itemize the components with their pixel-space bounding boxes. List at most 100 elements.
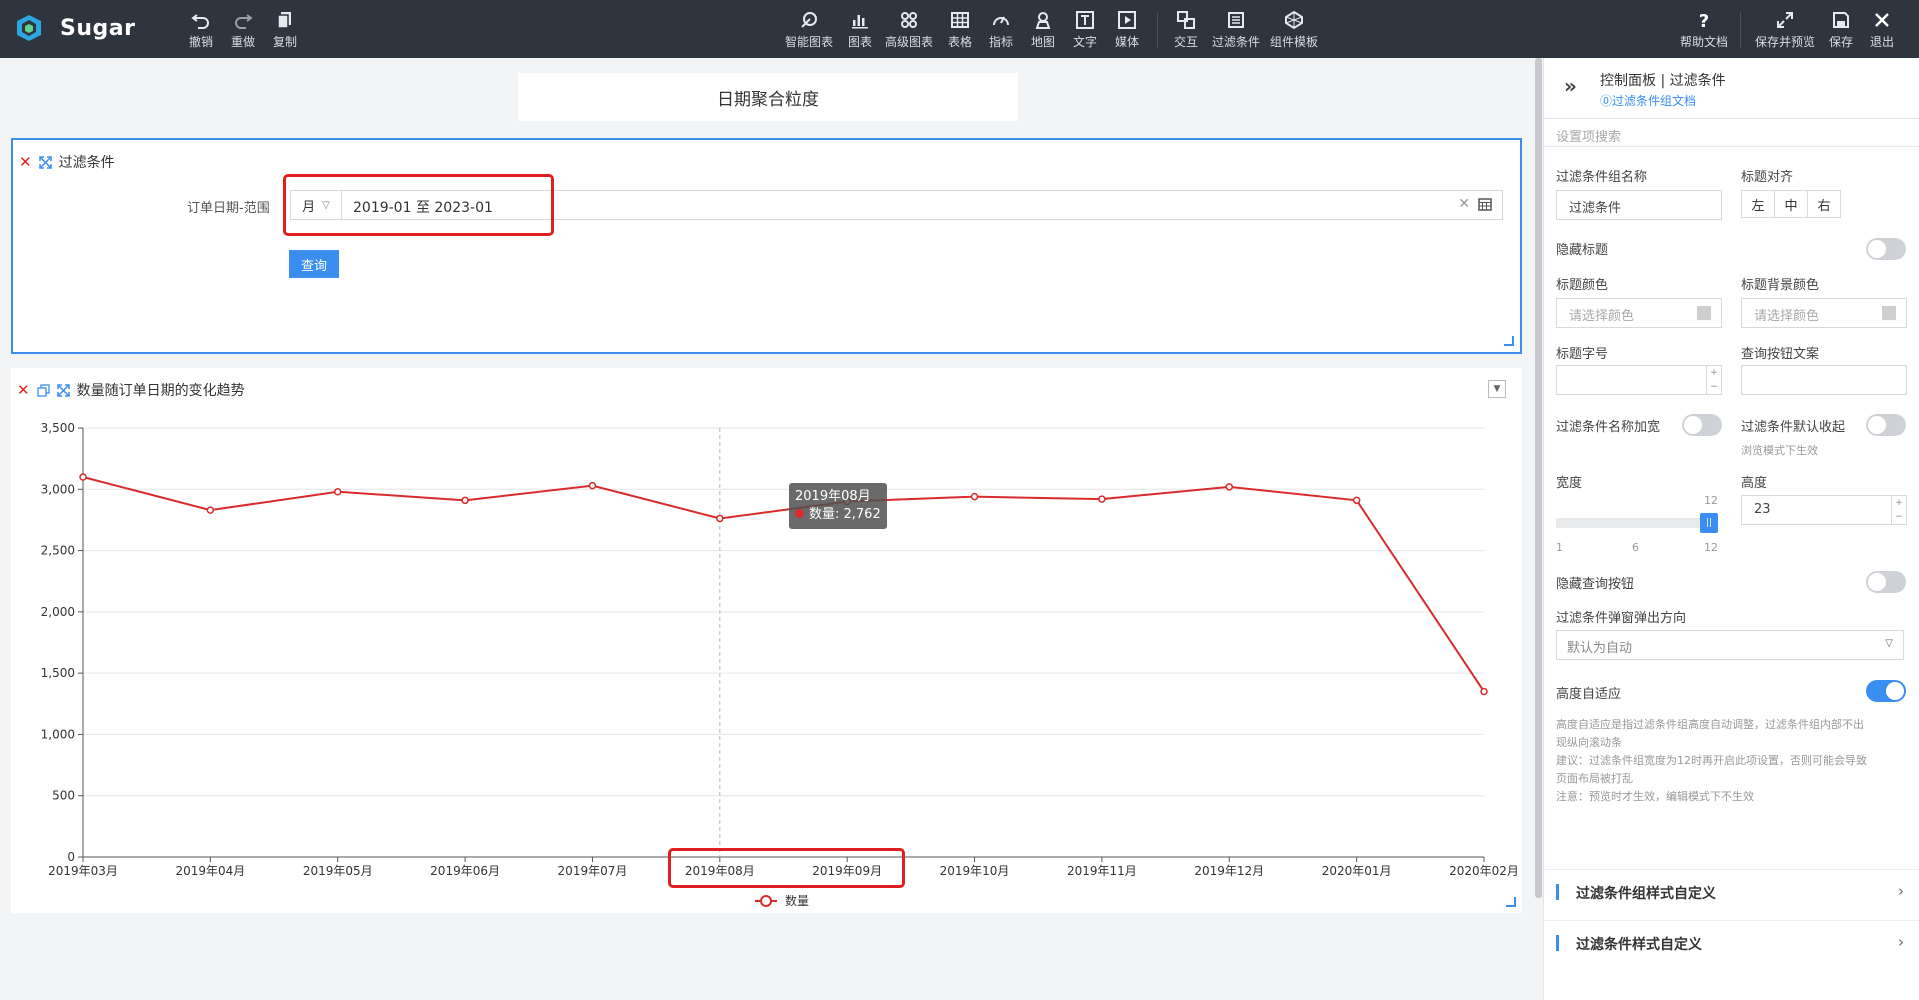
media-button[interactable]: 媒体	[1099, 10, 1155, 50]
media-label: 媒体	[1114, 35, 1139, 49]
name-bold-toggle[interactable]	[1682, 414, 1722, 436]
section-accent	[1556, 935, 1559, 951]
title-font-size-input[interactable]: + −	[1556, 365, 1722, 395]
popup-direction-label: 过滤条件弹窗弹出方向	[1556, 611, 1687, 626]
color-swatch[interactable]	[1882, 306, 1896, 320]
name-bold-label: 过滤条件名称加宽	[1556, 420, 1661, 435]
y-tick-label: 0	[67, 850, 75, 864]
expand-icon[interactable]	[38, 155, 52, 169]
plus-icon[interactable]: +	[1895, 498, 1903, 508]
minus-icon[interactable]: −	[1895, 512, 1903, 522]
help-label: 帮助文档	[1679, 35, 1728, 49]
title-color-input[interactable]: 请选择颜色	[1556, 298, 1722, 328]
calendar-icon[interactable]	[1478, 198, 1492, 211]
canvas-scrollbar[interactable]	[1535, 58, 1542, 898]
text-label: 文字	[1072, 35, 1097, 49]
align-center-button[interactable]: 中	[1774, 190, 1808, 218]
copy-label: 复制	[272, 35, 297, 49]
text-icon	[1076, 11, 1094, 29]
note-line: 高度自适应是指过滤条件组高度自动调整，过滤条件组内部不出	[1556, 718, 1864, 731]
advanced-chart-icon	[901, 12, 917, 28]
advanced-chart-label: 高级图表	[884, 35, 933, 49]
tooltip-value: 数量: 2,762	[809, 507, 881, 522]
title-align-group: 左 中 右	[1741, 190, 1841, 218]
tooltip-line: 数量: 2,762	[795, 506, 881, 524]
resize-handle[interactable]	[1504, 336, 1514, 346]
filter-button[interactable]: 过滤条件	[1208, 10, 1264, 50]
help-button[interactable]: ? 帮助文档	[1676, 10, 1732, 50]
title-text-card[interactable]: 日期聚合粒度	[518, 73, 1018, 121]
auto-height-toggle[interactable]	[1866, 680, 1906, 702]
query-button-text-input[interactable]	[1741, 365, 1907, 395]
align-left-button[interactable]: 左	[1741, 190, 1775, 218]
chart-card[interactable]: ✕ 数量随订单日期的变化趋势 ▼ 0 500 1,000 1,500 2,000 2,50…	[11, 368, 1522, 913]
title-bg-color-input[interactable]: 请选择颜色	[1741, 298, 1907, 328]
default-collapse-toggle[interactable]	[1866, 414, 1906, 436]
granularity-select[interactable]: 月 ▽	[291, 191, 342, 219]
save-preview-button[interactable]: 保存并预览	[1755, 10, 1815, 50]
toolbar-divider	[1740, 12, 1741, 48]
number-stepper[interactable]: + −	[1891, 496, 1906, 524]
height-input[interactable]: 23 + −	[1741, 495, 1907, 525]
template-button[interactable]: 组件模板	[1266, 10, 1322, 50]
control-panel: » 控制面板 | 过滤条件 ⓪过滤条件组文档 设置项搜索 过滤条件组名称 标题对…	[1543, 58, 1919, 1000]
chevron-right-icon: ›	[1898, 933, 1904, 951]
minus-icon[interactable]: −	[1710, 382, 1718, 392]
width-slider[interactable]	[1556, 518, 1714, 528]
group-name-label: 过滤条件组名称	[1556, 170, 1648, 185]
map-label: 地图	[1030, 35, 1055, 49]
exit-button[interactable]: 退出	[1854, 10, 1910, 50]
number-stepper[interactable]: + −	[1706, 366, 1721, 394]
width-slider-handle[interactable]: ||	[1700, 513, 1718, 533]
data-point	[206, 506, 215, 514]
hide-query-toggle[interactable]	[1866, 571, 1906, 593]
copy-button[interactable]: 复制	[257, 10, 313, 50]
filter-card[interactable]: ✕ 过滤条件 订单日期-范围 月 ▽ 2019-01 至 2023-01 ✕ 查…	[11, 138, 1522, 354]
metric-label: 指标	[988, 35, 1013, 49]
collapse-panel-icon[interactable]: »	[1564, 74, 1577, 98]
bar-chart-icon	[852, 15, 868, 29]
plus-icon[interactable]: +	[1710, 368, 1718, 378]
advanced-chart-button[interactable]: 高级图表	[881, 10, 937, 50]
series-dot-icon	[795, 509, 804, 518]
popup-direction-select[interactable]: 默认为自动 ▽	[1556, 630, 1904, 660]
clear-icon[interactable]: ✕	[1458, 196, 1470, 212]
query-button[interactable]: 查询	[289, 250, 339, 278]
app-logo[interactable]: Sugar	[14, 13, 135, 43]
section-group-style[interactable]: 过滤条件组样式自定义 ›	[1544, 869, 1919, 914]
data-point	[588, 481, 597, 490]
save-icon	[1833, 12, 1849, 28]
color-swatch[interactable]	[1697, 306, 1711, 320]
tooltip-title: 2019年08月	[795, 489, 871, 504]
title-bg-color-label: 标题背景颜色	[1741, 278, 1820, 293]
align-right-button[interactable]: 右	[1807, 190, 1841, 218]
resize-handle[interactable]	[1506, 897, 1516, 907]
data-point	[1098, 495, 1106, 503]
x-tick-label: 2019年07月	[558, 864, 628, 878]
x-tick-label: 2020年01月	[1322, 864, 1392, 878]
x-tick-label: 2019年03月	[48, 864, 118, 878]
settings-search-input[interactable]: 设置项搜索	[1556, 126, 1621, 145]
smart-chart-button[interactable]: 智能图表	[781, 10, 837, 50]
media-icon	[1118, 11, 1136, 29]
interaction-icon	[1177, 11, 1195, 29]
y-tick-label: 1,500	[41, 666, 75, 680]
x-tick-label: 2019年06月	[430, 864, 500, 878]
delete-icon[interactable]: ✕	[19, 153, 32, 171]
title-color-placeholder: 请选择颜色	[1569, 309, 1635, 324]
date-range-input[interactable]: 月 ▽ 2019-01 至 2023-01 ✕	[290, 190, 1503, 220]
panel-doc-link[interactable]: ⓪过滤条件组文档	[1600, 92, 1696, 109]
chart-button[interactable]: 图表	[832, 10, 888, 50]
section-filter-style[interactable]: 过滤条件样式自定义 ›	[1544, 920, 1919, 965]
hide-title-toggle[interactable]	[1866, 238, 1906, 260]
y-tick-label: 3,500	[41, 421, 75, 435]
chevron-right-icon: ›	[1898, 882, 1904, 900]
group-name-input[interactable]: 过滤条件	[1556, 190, 1722, 220]
note-line: 现纵向滚动条	[1556, 736, 1622, 749]
gauge-icon	[993, 16, 1009, 26]
interaction-button[interactable]: 交互	[1158, 10, 1214, 50]
top-toolbar: Sugar 撤销 重做 复制 智能图表 图表 高级图表 表格 指标 地图 文字	[0, 0, 1919, 58]
height-value: 23	[1754, 502, 1771, 517]
divider	[1544, 146, 1919, 147]
title-font-size-label: 标题字号	[1556, 347, 1609, 362]
